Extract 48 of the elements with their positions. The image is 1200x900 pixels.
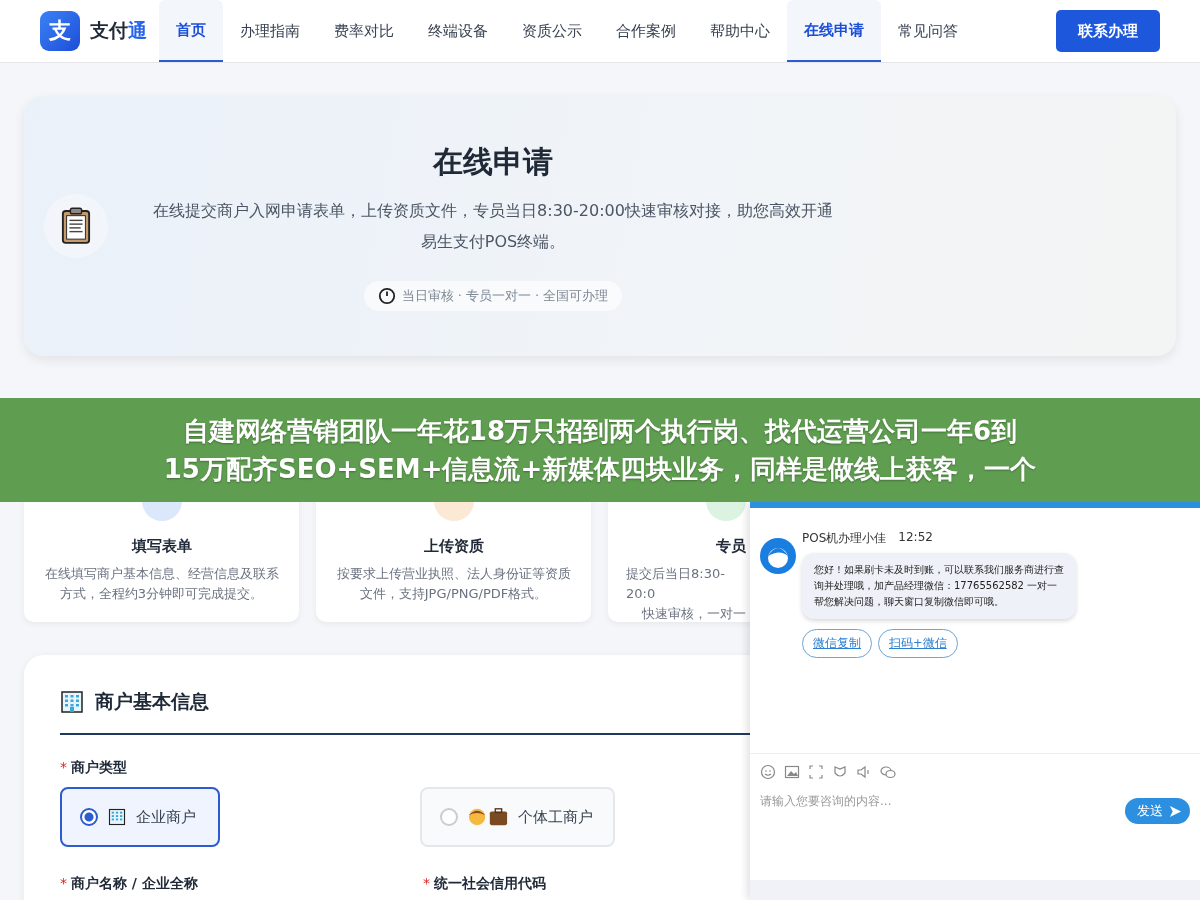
- banner-text: 自建网络营销团队一年花18万只招到两个执行岗、找代运营公司一年6到: [182, 415, 1018, 448]
- step-title: 填写表单: [131, 537, 192, 556]
- step-title: 专员: [716, 537, 746, 556]
- step-description: 在线填写商户基本信息、经营信息及联系方式，全程约3分钟即可完成提交。: [43, 565, 280, 603]
- agent-name: POS机办理小佳: [802, 530, 887, 547]
- person-and-briefcase-icon: [468, 807, 508, 827]
- radio-option[interactable]: 个体工商户: [420, 787, 615, 847]
- nav-link[interactable]: 帮助中心: [693, 0, 787, 62]
- field-label: 统一社会信用代码: [433, 875, 546, 893]
- field-label: 商户名称 / 企业全称: [71, 875, 198, 893]
- image-icon[interactable]: [784, 764, 800, 780]
- form-section-title: 商户基本信息: [95, 689, 209, 714]
- field-label: 商户类型: [71, 759, 127, 777]
- logo-mark[interactable]: 支: [40, 11, 80, 51]
- nav-link[interactable]: 合作案例: [599, 0, 693, 62]
- building-icon: [108, 808, 126, 826]
- wechat-icon[interactable]: [880, 764, 896, 780]
- banner-text: 15万配齐SEO+SEM+信息流+新媒体四块业务，同样是做线上获客，一个: [163, 453, 1037, 486]
- nav-link[interactable]: 常见问答: [881, 0, 975, 62]
- nav-link[interactable]: 办理指南: [223, 0, 317, 62]
- nav-link[interactable]: 资质公示: [505, 0, 599, 62]
- nav-link[interactable]: 在线申请: [787, 0, 881, 62]
- required-mark: *: [422, 875, 430, 893]
- agent-avatar: [760, 538, 796, 574]
- nav-link[interactable]: 费率对比: [317, 0, 411, 62]
- contact-button[interactable]: 联系办理: [1056, 10, 1160, 52]
- nav-link[interactable]: 终端设备: [411, 0, 505, 62]
- step-title: 上传资质: [423, 537, 484, 556]
- sound-icon[interactable]: [856, 764, 872, 780]
- page-title: 在线申请: [433, 142, 553, 181]
- clock-icon: [377, 286, 396, 305]
- clipboard-icon: [61, 207, 91, 245]
- step-description: 快速审核，一对一: [642, 605, 746, 623]
- radio-option[interactable]: 企业商户: [60, 787, 220, 847]
- pill-text: 当日审核 · 专员一对一 · 全国可办理: [401, 286, 609, 305]
- chat-message: 您好！如果刷卡未及时到账，可以联系我们服务商进行查询并处理哦，加产品经理微信：17765562582 一对一帮您解决问题，聊天窗口复制微信即可哦。: [802, 553, 1076, 619]
- hero-description: 在线提交商户入网申请表单，上传资质文件，专员当日8:30-20:00快速审核对接，助您高效开通易生支付POS终端。: [153, 199, 833, 253]
- step-description: 提交后当日8:30-20:0: [626, 565, 726, 603]
- message-time: 12:52: [898, 530, 933, 546]
- required-mark: *: [60, 875, 67, 893]
- building-icon: [60, 690, 84, 714]
- brand-name[interactable]: 支付通: [90, 18, 147, 44]
- step-description: 按要求上传营业执照、法人身份证等资质文件，支持JPG/PNG/PDF格式。: [335, 565, 572, 603]
- send-icon: [1169, 804, 1182, 818]
- required-mark: *: [60, 759, 67, 777]
- emoji-icon[interactable]: [760, 764, 776, 780]
- nav-link[interactable]: 首页: [159, 0, 223, 62]
- screenshot-icon[interactable]: [808, 764, 824, 780]
